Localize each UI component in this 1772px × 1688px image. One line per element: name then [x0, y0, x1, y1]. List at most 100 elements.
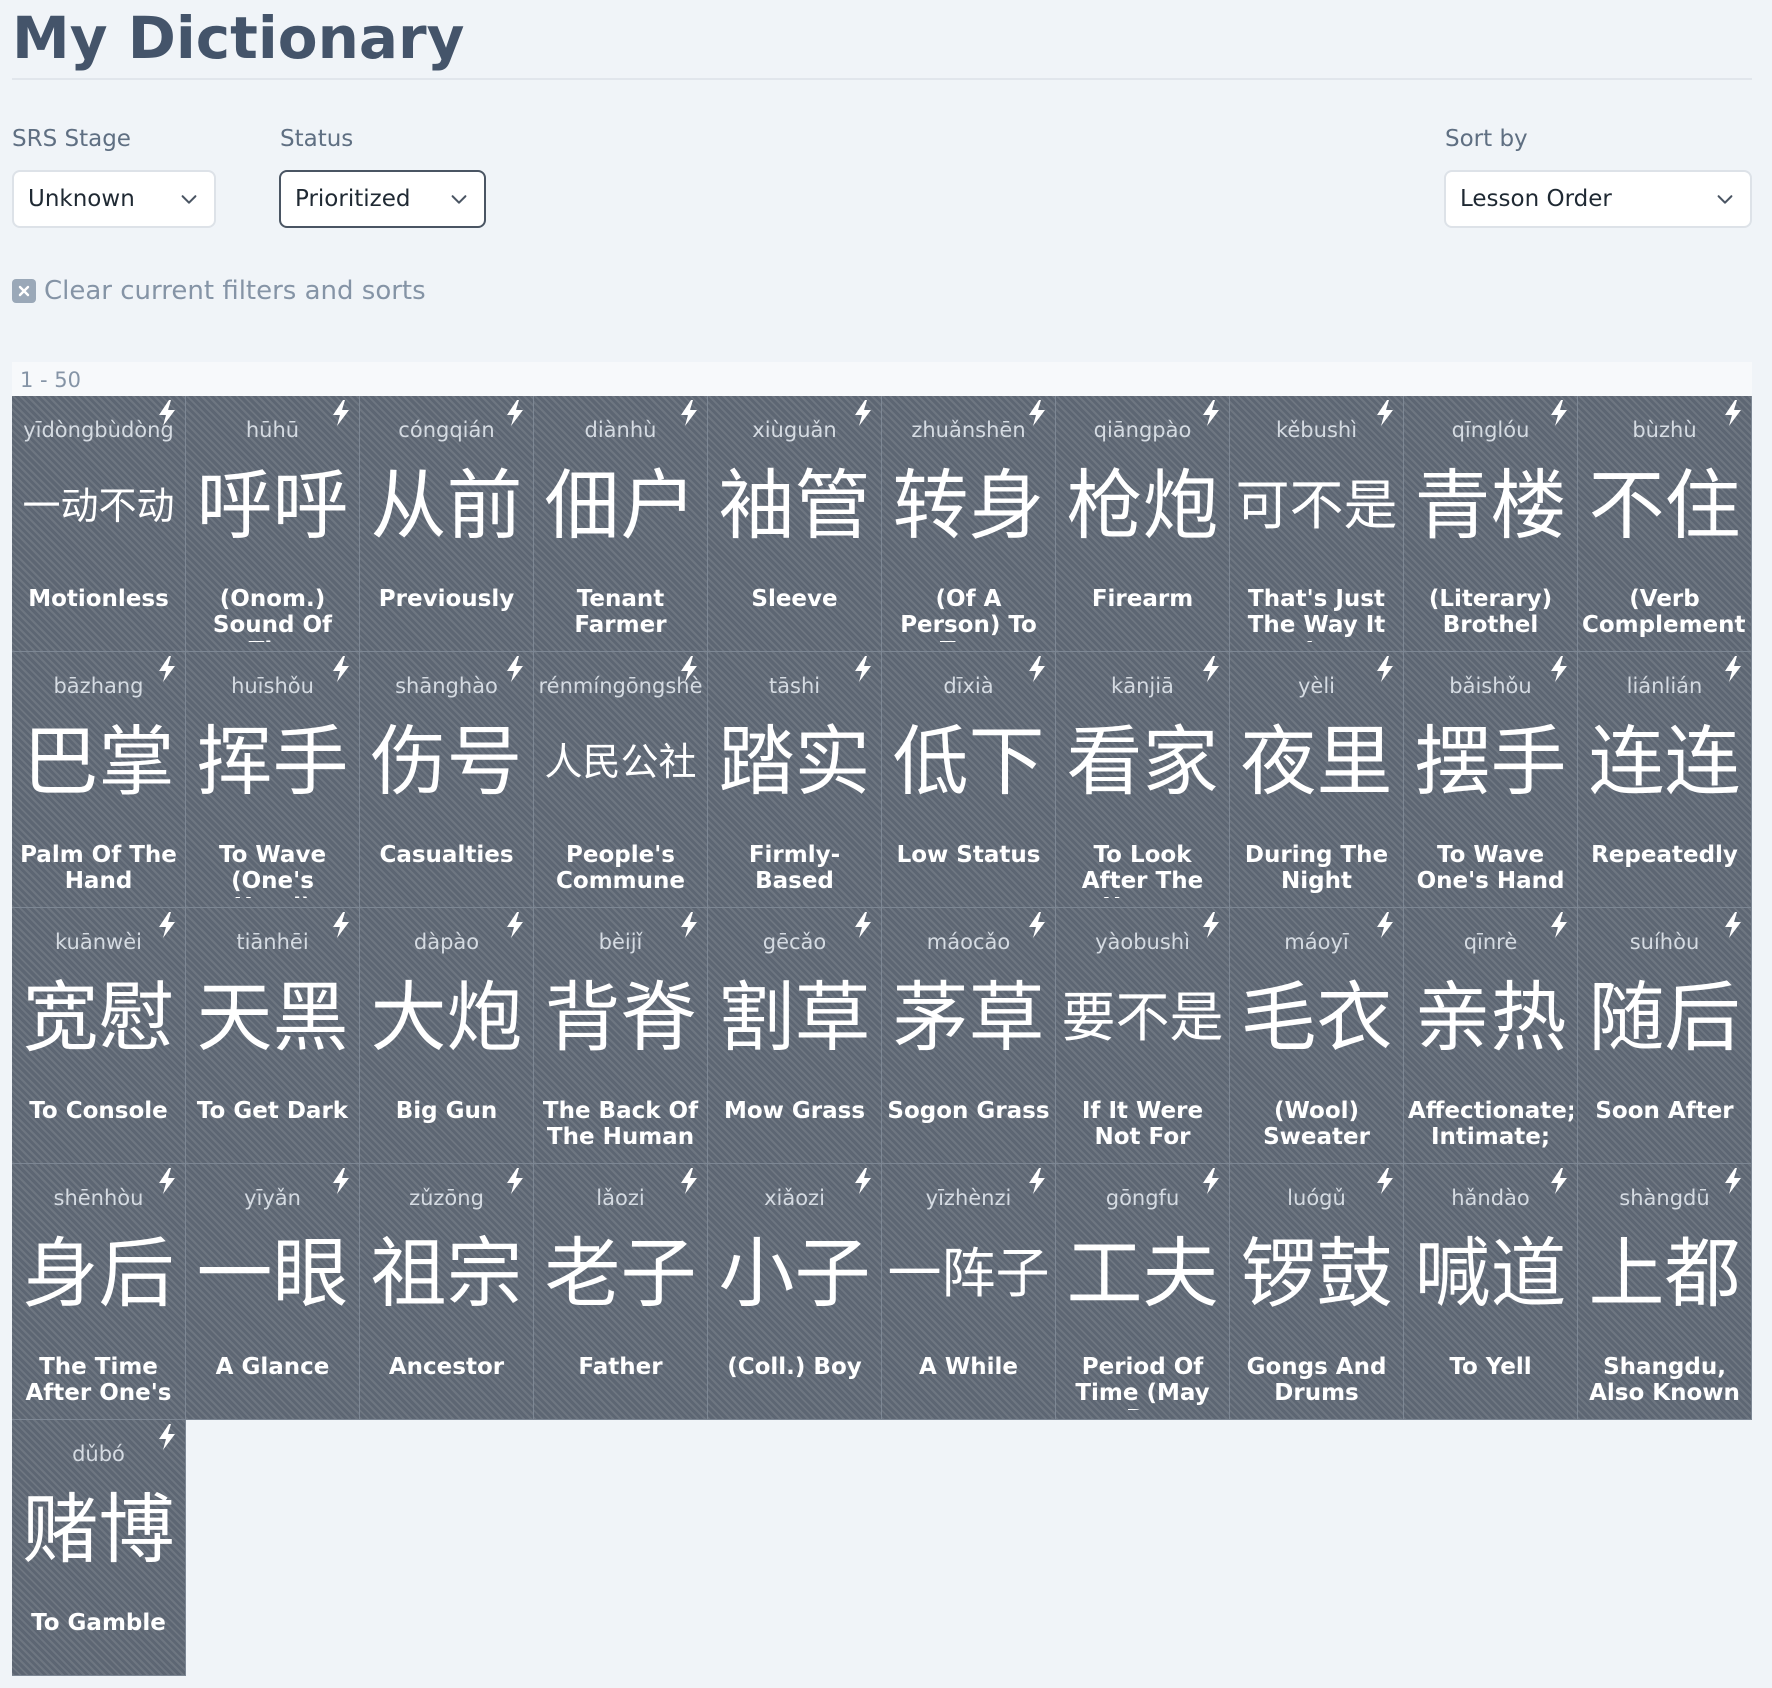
card-hanzi: 挥手	[196, 717, 349, 806]
word-card[interactable]: huīshǒu 挥手 To Wave (One's Hand)	[186, 652, 360, 908]
word-card[interactable]: máocǎo 茅草 Sogon Grass	[882, 908, 1056, 1164]
word-card[interactable]: shēnhòu 身后 The Time After One's	[12, 1164, 186, 1420]
card-pinyin: shānghào	[395, 674, 498, 698]
word-card[interactable]: yīdòngbùdòng 一动不动 Motionless	[12, 396, 186, 652]
word-card[interactable]: tāshi 踏实 Firmly-Based	[708, 652, 882, 908]
card-hanzi: 身后	[22, 1229, 175, 1318]
word-card[interactable]: gōngfu 工夫 Period Of Time (May Be	[1056, 1164, 1230, 1420]
card-pinyin: tiānhēi	[236, 930, 309, 954]
word-card[interactable]: rénmíngōngshè 人民公社 People's Commune	[534, 652, 708, 908]
card-pinyin: dǔbó	[72, 1442, 125, 1466]
status-select[interactable]: Prioritized	[279, 170, 486, 228]
word-card[interactable]: qiāngpào 枪炮 Firearm	[1056, 396, 1230, 652]
card-meaning: Gongs And Drums	[1246, 1354, 1387, 1406]
card-pinyin: yàobushì	[1095, 930, 1190, 954]
card-meaning: To Wave (One's Hand)	[218, 842, 327, 898]
word-card[interactable]: shàngdū 上都 Shangdu, Also Known	[1578, 1164, 1752, 1420]
card-hanzi: 巴掌	[22, 717, 175, 806]
srs-stage-select[interactable]: Unknown	[12, 170, 216, 228]
card-meaning: Low Status	[896, 842, 1041, 868]
card-hanzi: 佃户	[544, 461, 697, 550]
card-meaning: (Onom.) Sound Of The	[212, 586, 333, 642]
card-hanzi: 大炮	[370, 973, 523, 1062]
card-hanzi: 枪炮	[1066, 461, 1219, 550]
sort-by-select[interactable]: Lesson Order	[1444, 170, 1752, 228]
card-meaning: A While	[919, 1354, 1018, 1380]
word-card[interactable]: shānghào 伤号 Casualties	[360, 652, 534, 908]
word-card[interactable]: suíhòu 随后 Soon After	[1578, 908, 1752, 1164]
card-pinyin: yèli	[1297, 674, 1336, 698]
card-meaning: The Back Of The Human	[542, 1098, 699, 1150]
card-pinyin: rénmíngōngshè	[538, 674, 703, 698]
card-pinyin: kěbushì	[1275, 418, 1358, 442]
card-hanzi: 小子	[718, 1229, 871, 1318]
word-card[interactable]: dàpào 大炮 Big Gun	[360, 908, 534, 1164]
card-hanzi: 踏实	[718, 717, 871, 806]
word-card[interactable]: bǎishǒu 摆手 To Wave One's Hand	[1404, 652, 1578, 908]
status-value: Prioritized	[295, 186, 411, 212]
card-hanzi: 老子	[544, 1229, 697, 1318]
card-meaning: To Gamble	[31, 1610, 166, 1636]
card-pinyin: gōngfu	[1105, 1186, 1180, 1210]
word-card[interactable]: máoyī 毛衣 (Wool) Sweater	[1230, 908, 1404, 1164]
card-hanzi: 从前	[370, 461, 523, 550]
card-meaning: Firmly-Based	[748, 842, 841, 894]
chevron-down-icon	[1717, 195, 1733, 204]
card-pinyin: shàngdū	[1619, 1186, 1710, 1210]
card-meaning: Repeatedly	[1591, 842, 1738, 868]
word-card[interactable]: kěbushì 可不是 That's Just The Way It Is	[1230, 396, 1404, 652]
card-hanzi: 亲热	[1414, 973, 1567, 1062]
card-pinyin: kuānwèi	[55, 930, 142, 954]
card-pinyin: dīxià	[943, 674, 994, 698]
word-card[interactable]: qīnglóu 青楼 (Literary) Brothel	[1404, 396, 1578, 652]
word-card[interactable]: qīnrè 亲热 Affectionate; Intimate;	[1404, 908, 1578, 1164]
word-card[interactable]: xiǎozi 小子 (Coll.) Boy	[708, 1164, 882, 1420]
page-title: My Dictionary	[12, 4, 465, 72]
word-card[interactable]: luógǔ 锣鼓 Gongs And Drums	[1230, 1164, 1404, 1420]
results-range: 1 - 50	[12, 362, 1752, 396]
word-card[interactable]: lǎozi 老子 Father	[534, 1164, 708, 1420]
card-meaning: If It Were Not For	[1081, 1098, 1204, 1150]
card-pinyin: xiǎozi	[764, 1186, 825, 1210]
card-pinyin: diànhù	[584, 418, 657, 442]
card-hanzi: 青楼	[1414, 461, 1567, 550]
word-card[interactable]: kuānwèi 宽慰 To Console	[12, 908, 186, 1164]
word-card[interactable]: zhuǎnshēn 转身 (Of A Person) To Turn	[882, 396, 1056, 652]
word-card[interactable]: yàobushì 要不是 If It Were Not For	[1056, 908, 1230, 1164]
word-card[interactable]: xiùguǎn 袖管 Sleeve	[708, 396, 882, 652]
card-meaning: To Wave One's Hand	[1416, 842, 1565, 894]
card-meaning: Firearm	[1091, 586, 1194, 612]
word-card[interactable]: diànhù 佃户 Tenant Farmer	[534, 396, 708, 652]
range-text: 1 - 50	[20, 368, 82, 392]
word-card[interactable]: zǔzōng 祖宗 Ancestor	[360, 1164, 534, 1420]
word-card[interactable]: dǔbó 赌博 To Gamble	[12, 1420, 186, 1676]
card-hanzi: 喊道	[1414, 1229, 1567, 1318]
chevron-down-icon	[451, 195, 467, 204]
card-pinyin: luógǔ	[1287, 1186, 1346, 1210]
card-hanzi: 可不是	[1235, 474, 1398, 537]
word-card[interactable]: yèli 夜里 During The Night	[1230, 652, 1404, 908]
word-card[interactable]: yīzhènzi 一阵子 A While	[882, 1164, 1056, 1420]
card-pinyin: qīnglóu	[1451, 418, 1530, 442]
word-card[interactable]: gēcǎo 割草 Mow Grass	[708, 908, 882, 1164]
word-card[interactable]: yīyǎn 一眼 A Glance	[186, 1164, 360, 1420]
word-card[interactable]: bèijǐ 背脊 The Back Of The Human	[534, 908, 708, 1164]
card-pinyin: huīshǒu	[231, 674, 314, 698]
word-card[interactable]: hūhū 呼呼 (Onom.) Sound Of The	[186, 396, 360, 652]
card-hanzi: 锣鼓	[1240, 1229, 1393, 1318]
word-card[interactable]: cóngqián 从前 Previously	[360, 396, 534, 652]
srs-stage-label: SRS Stage	[12, 126, 131, 152]
card-hanzi: 一阵子	[887, 1242, 1050, 1305]
card-meaning: Tenant Farmer	[574, 586, 667, 638]
word-card[interactable]: bùzhù 不住 (Verb Complement)	[1578, 396, 1752, 652]
word-card[interactable]: bāzhang 巴掌 Palm Of The Hand	[12, 652, 186, 908]
card-pinyin: xiùguǎn	[752, 418, 837, 442]
word-card[interactable]: dīxià 低下 Low Status	[882, 652, 1056, 908]
word-card[interactable]: liánlián 连连 Repeatedly	[1578, 652, 1752, 908]
word-card[interactable]: hǎndào 喊道 To Yell	[1404, 1164, 1578, 1420]
card-pinyin: zhuǎnshēn	[911, 418, 1026, 442]
word-card[interactable]: tiānhēi 天黑 To Get Dark	[186, 908, 360, 1164]
clear-filters-link[interactable]: Clear current filters and sorts	[12, 276, 426, 306]
word-card[interactable]: kānjiā 看家 To Look After The House	[1056, 652, 1230, 908]
card-hanzi: 随后	[1588, 973, 1741, 1062]
